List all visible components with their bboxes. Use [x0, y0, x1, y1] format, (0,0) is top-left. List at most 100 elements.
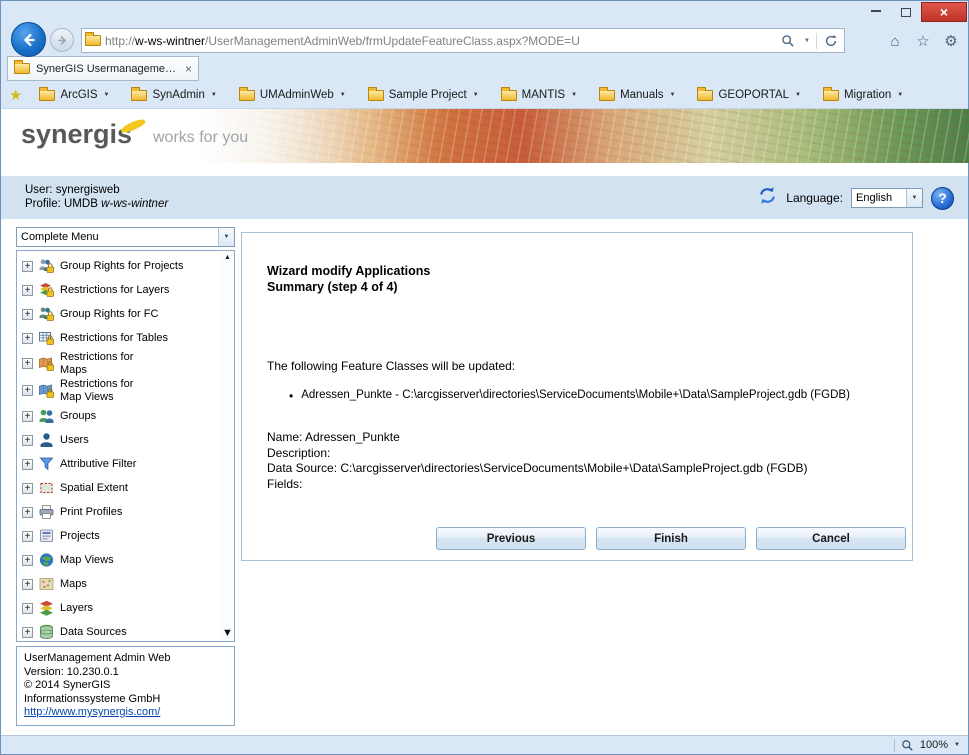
- sync-button[interactable]: [757, 185, 778, 211]
- expand-icon[interactable]: [22, 578, 33, 590]
- folder-icon: [599, 86, 616, 101]
- expand-icon[interactable]: [22, 260, 33, 272]
- expand-icon[interactable]: [22, 530, 33, 542]
- tree-item-label: Spatial Extent: [60, 481, 128, 494]
- synergis-link[interactable]: http://www.mysynergis.com/: [24, 706, 160, 718]
- url-host: w-ws-wintner: [135, 33, 206, 48]
- tree-item-restrictions-for-map-views[interactable]: Restrictions for Map Views: [22, 377, 220, 404]
- expand-icon[interactable]: [22, 554, 33, 566]
- user-controls: Language: English ▼ ?: [757, 185, 954, 211]
- url-text[interactable]: http://w-ws-wintner/UserManagementAdminW…: [105, 34, 774, 48]
- navigation-tree: Group Rights for Projects Restrictions f…: [16, 250, 235, 642]
- expand-icon[interactable]: [22, 626, 33, 638]
- wizard-panel: Wizard modify Applications Summary (step…: [241, 232, 913, 561]
- browser-tab[interactable]: SynerGIS Usermanagement ... ×: [7, 56, 199, 81]
- expand-icon[interactable]: [22, 385, 33, 396]
- tree-item-restrictions-for-tables[interactable]: Restrictions for Tables: [22, 326, 220, 350]
- tree-item-projects[interactable]: Projects: [22, 524, 220, 548]
- minimize-icon: [871, 9, 881, 12]
- dropdown-caret-icon: ▼: [897, 92, 904, 98]
- favorites-star-icon[interactable]: ★: [9, 86, 22, 104]
- favorites-item-sample-project[interactable]: Sample Project ▼: [357, 83, 490, 107]
- expand-icon[interactable]: [22, 458, 33, 470]
- user-label: User:: [25, 184, 53, 196]
- favorites-item-manuals[interactable]: Manuals ▼: [588, 83, 686, 107]
- tab-close-icon[interactable]: ×: [185, 62, 192, 76]
- tree-item-label: Groups: [60, 409, 97, 422]
- favorites-item-synadmin[interactable]: SynAdmin ▼: [120, 83, 227, 107]
- finish-button[interactable]: Finish: [596, 527, 746, 550]
- tree-item-layers[interactable]: Layers: [22, 596, 220, 620]
- help-button[interactable]: ?: [931, 186, 954, 210]
- settings-button[interactable]: ⚙: [940, 29, 962, 53]
- folder-icon: [39, 86, 56, 101]
- maximize-button[interactable]: [891, 2, 921, 22]
- tree-item-print-profiles[interactable]: Print Profiles: [22, 500, 220, 524]
- tree-scrollbar[interactable]: ▲ ▼: [221, 251, 234, 641]
- expand-icon[interactable]: [22, 602, 33, 614]
- expand-icon[interactable]: [22, 308, 33, 320]
- home-button[interactable]: ⌂: [884, 29, 906, 53]
- expand-icon[interactable]: [22, 358, 33, 369]
- refresh-button[interactable]: [821, 30, 841, 52]
- tree-item-spatial-extent[interactable]: Spatial Extent: [22, 476, 220, 500]
- profile-db: UMDB: [64, 198, 98, 210]
- cancel-button[interactable]: Cancel: [756, 527, 906, 550]
- tree-item-label: Restrictions for Maps: [60, 351, 134, 376]
- favorites-button[interactable]: ☆: [912, 29, 934, 53]
- zoom-control[interactable]: 100% ▼: [893, 737, 960, 753]
- tree-item-group-rights-for-fc[interactable]: Group Rights for FC: [22, 302, 220, 326]
- favorites-item-label: UMAdminWeb: [259, 89, 334, 101]
- tree-item-users[interactable]: Users: [22, 428, 220, 452]
- about-title: UserManagement Admin Web: [24, 652, 171, 664]
- close-button[interactable]: ×: [921, 2, 967, 22]
- tree-item-group-rights-for-projects[interactable]: Group Rights for Projects: [22, 254, 220, 278]
- expand-icon[interactable]: [22, 506, 33, 518]
- tree-item-maps[interactable]: Maps: [22, 572, 220, 596]
- expand-icon[interactable]: [22, 482, 33, 494]
- tree-item-map-views[interactable]: Map Views: [22, 548, 220, 572]
- folder-icon: [238, 86, 255, 101]
- favorites-item-geoportal[interactable]: GEOPORTAL ▼: [686, 83, 811, 107]
- favorites-item-label: MANTIS: [521, 89, 566, 101]
- zoom-level: 100%: [919, 739, 949, 751]
- folder-icon: [822, 86, 839, 101]
- print-profiles-icon: [38, 504, 55, 520]
- favorites-item-label: Sample Project: [388, 89, 467, 101]
- language-select[interactable]: English ▼: [851, 188, 923, 208]
- tree-item-attributive-filter[interactable]: Attributive Filter: [22, 452, 220, 476]
- minimize-button[interactable]: [861, 2, 891, 22]
- refresh-icon: [825, 34, 837, 46]
- restrictions-tables-icon: [38, 330, 55, 346]
- expand-icon[interactable]: [22, 332, 33, 344]
- tree-item-label: Restrictions for Tables: [60, 331, 169, 344]
- user-value: synergisweb: [55, 184, 120, 196]
- expand-icon[interactable]: [22, 410, 33, 422]
- tree-item-label: Users: [60, 433, 89, 446]
- search-button[interactable]: [778, 30, 798, 52]
- back-button[interactable]: [11, 22, 46, 57]
- favorites-item-mantis[interactable]: MANTIS ▼: [490, 83, 588, 107]
- search-dropdown-caret-icon[interactable]: ▼: [802, 38, 812, 44]
- expand-icon[interactable]: [22, 284, 33, 296]
- menu-filter-select[interactable]: Complete Menu ▼: [16, 227, 235, 247]
- scroll-down-icon[interactable]: ▼: [221, 627, 234, 639]
- title-bar[interactable]: ×: [1, 1, 968, 25]
- sync-icon: [760, 187, 776, 204]
- tree-item-data-sources[interactable]: Data Sources: [22, 620, 220, 641]
- scroll-up-icon[interactable]: ▲: [221, 254, 234, 261]
- expand-icon[interactable]: [22, 434, 33, 446]
- address-bar[interactable]: http://w-ws-wintner/UserManagementAdminW…: [81, 28, 845, 53]
- tree-item-restrictions-for-maps[interactable]: Restrictions for Maps: [22, 350, 220, 377]
- favorites-item-migration[interactable]: Migration ▼: [812, 83, 914, 107]
- favorites-item-umadminweb[interactable]: UMAdminWeb ▼: [228, 83, 357, 107]
- data-sources-icon: [38, 624, 55, 640]
- tree-item-restrictions-for-layers[interactable]: Restrictions for Layers: [22, 278, 220, 302]
- tree-item-groups[interactable]: Groups: [22, 404, 220, 428]
- previous-button[interactable]: Previous: [436, 527, 586, 550]
- favorites-item-arcgis[interactable]: ArcGIS ▼: [28, 83, 120, 107]
- tab-favicon: [14, 60, 30, 74]
- search-icon: [782, 34, 794, 47]
- back-arrow-icon: [23, 33, 35, 46]
- forward-button[interactable]: [50, 28, 74, 52]
